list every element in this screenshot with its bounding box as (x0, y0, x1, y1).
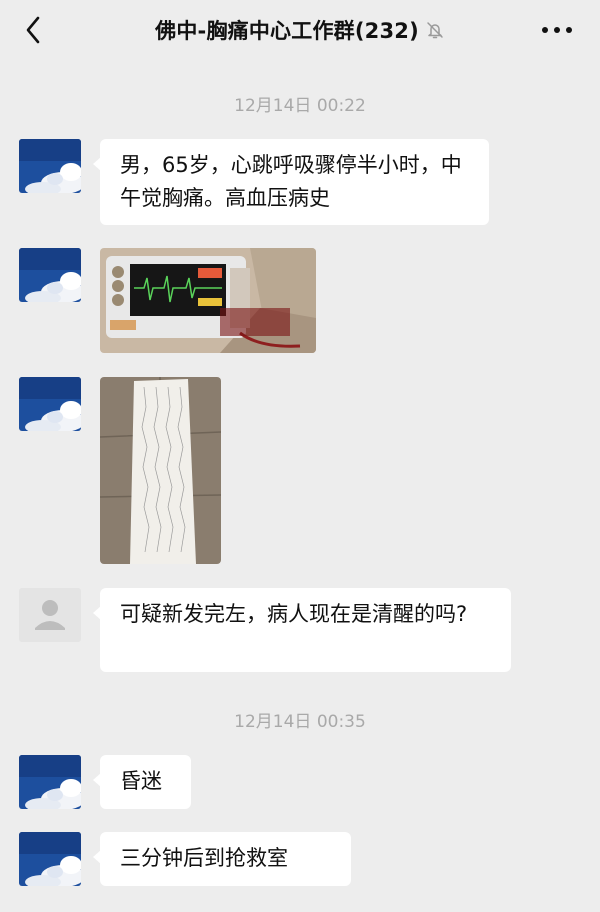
message-bubble[interactable]: 三分钟后到抢救室 (93, 832, 351, 886)
sky-avatar[interactable] (19, 832, 81, 886)
sky-avatar[interactable] (19, 139, 81, 193)
message-bubble[interactable]: 男，65岁，心跳呼吸骤停半小时，中午觉胸痛。高血压病史 (93, 139, 489, 225)
message-bubble[interactable]: 可疑新发完左，病人现在是清醒的吗? (93, 588, 511, 672)
sky-avatar[interactable] (19, 377, 81, 431)
chat-title[interactable]: 佛中-胸痛中心工作群(232) (155, 15, 419, 45)
sky-avatar[interactable] (19, 755, 81, 809)
bell-off-icon (427, 22, 443, 39)
monitor-photo[interactable] (100, 248, 316, 353)
timestamp: 12月14日 00:22 (234, 96, 366, 116)
timestamp: 12月14日 00:35 (234, 712, 366, 732)
ecg-strip-photo[interactable] (100, 377, 221, 564)
title-wrap: 佛中-胸痛中心工作群(232) (0, 0, 600, 60)
more-dots-icon[interactable] (540, 20, 574, 40)
chat-header: 佛中-胸痛中心工作群(232) (0, 0, 600, 60)
message-bubble[interactable]: 昏迷 (93, 755, 191, 809)
sky-avatar[interactable] (19, 248, 81, 302)
default-user-avatar[interactable] (19, 588, 81, 642)
